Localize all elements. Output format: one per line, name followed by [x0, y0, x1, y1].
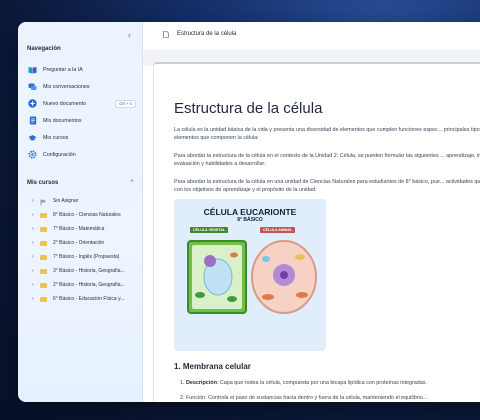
sidebar-item-settings[interactable]: Configuración — [28, 148, 136, 161]
document-icon — [28, 116, 37, 125]
collapse-sidebar-icon[interactable]: ‹ — [128, 30, 131, 40]
sidebar-item-label: Nuevo documento — [43, 100, 86, 107]
chevron-right-icon: › — [32, 282, 34, 288]
app-window: ‹ Navegación Preguntar a la IA Mis conve… — [18, 22, 480, 402]
course-label: 7° Básico - Matemática — [53, 226, 105, 232]
chat-icon — [28, 82, 37, 91]
list-item-term: Descripción — [186, 380, 217, 386]
folder-icon — [40, 268, 47, 274]
sidebar-item-label: Preguntar a la IA — [43, 66, 83, 73]
gear-icon — [28, 150, 37, 159]
chevron-right-icon: › — [32, 240, 34, 246]
book-icon — [28, 65, 37, 74]
folder-icon — [40, 282, 47, 288]
course-item[interactable]: › 2° Básico - Historia, Geografía... — [32, 279, 140, 291]
sidebar-item-ask-ai[interactable]: Preguntar a la IA — [28, 63, 136, 76]
sidebar-item-new-document[interactable]: Nuevo documento ctrl + n — [28, 97, 136, 110]
courses-title: Mis cursos — [27, 180, 59, 186]
folder-icon — [40, 254, 47, 260]
course-item[interactable]: › 7° Básico - Matemática — [32, 223, 140, 235]
course-label: Sin Asignar — [53, 198, 79, 204]
folder-icon — [40, 212, 47, 218]
flag-icon — [40, 199, 47, 205]
plant-cell-label: CÉLULA VEGETAL — [190, 227, 229, 233]
main-content: Estructura de la célula Estructura de la… — [143, 22, 480, 402]
sidebar-item-label: Mis conversaciones — [43, 83, 90, 90]
paragraph: Para abordar la estructura de la célula … — [174, 153, 480, 167]
course-label: 7° Básico - Inglés (Propuesta) — [53, 254, 120, 260]
paragraph: La célula es la unidad básica de la vida… — [174, 127, 480, 141]
course-item[interactable]: › 7° Básico - Inglés (Propuesta) — [32, 251, 140, 263]
list-item: 2. Función: Controla el paso de sustanci… — [180, 395, 428, 401]
sidebar-item-label: Mis documentos — [43, 117, 82, 124]
folder-icon — [40, 226, 47, 232]
list-item-text: : Capa que rodea la célula, compuesta po… — [216, 380, 427, 386]
graduation-cap-icon — [28, 133, 37, 142]
document-editor[interactable]: Estructura de la célula La célula es la … — [153, 62, 480, 402]
navigation-title: Navegación — [27, 46, 61, 52]
course-label: 2° Básico - Historia, Geografía... — [53, 282, 125, 288]
sidebar: ‹ Navegación Preguntar a la IA Mis conve… — [18, 22, 143, 402]
course-label: 3° Básico - Historia, Geografía... — [53, 268, 125, 274]
course-item[interactable]: › 2° Básico - Orientación — [32, 237, 140, 249]
course-item[interactable]: › 8° Básico - Ciencias Naturales — [32, 209, 140, 221]
chevron-right-icon: › — [32, 254, 34, 260]
shortcut-badge: ctrl + n — [115, 99, 136, 108]
sidebar-item-conversations[interactable]: Mis conversaciones — [28, 80, 136, 93]
paragraph: Para abordar la estructura de la célula … — [174, 179, 480, 193]
breadcrumb-title: Estructura de la célula — [177, 31, 237, 37]
animal-cell-label: CÉLULA ANIMAL — [260, 227, 296, 233]
chevron-right-icon: › — [32, 212, 34, 218]
chevron-right-icon: › — [32, 296, 34, 302]
folder-icon — [40, 240, 47, 246]
sidebar-item-my-documents[interactable]: Mis documentos — [28, 114, 136, 127]
course-item-unassigned[interactable]: › Sin Asignar — [32, 195, 140, 207]
sidebar-item-label: Mis cursos — [43, 134, 69, 141]
course-item[interactable]: › 6° Básico - Educación Física y... — [32, 293, 140, 305]
document-icon — [163, 30, 169, 38]
course-label: 6° Básico - Educación Física y... — [53, 296, 125, 302]
chevron-right-icon: › — [32, 198, 34, 204]
sidebar-item-my-courses[interactable]: Mis cursos — [28, 131, 136, 144]
chevron-right-icon: › — [32, 268, 34, 274]
course-label: 2° Básico - Orientación — [53, 240, 105, 246]
folder-icon — [40, 296, 47, 302]
cell-illustration — [187, 240, 317, 314]
sidebar-item-label: Configuración — [43, 151, 76, 158]
list-item: 1. Descripción: Capa que rodea la célula… — [180, 380, 427, 386]
plus-circle-icon — [28, 99, 37, 108]
add-course-icon[interactable]: + — [130, 178, 134, 185]
course-label: 8° Básico - Ciencias Naturales — [53, 212, 121, 218]
chevron-right-icon: › — [32, 226, 34, 232]
cell-diagram-image: CÉLULA EUCARIONTE 8° BÁSICO CÉLULA VEGET… — [174, 199, 326, 351]
section-heading: 1. Membrana celular — [174, 362, 251, 371]
course-item[interactable]: › 3° Básico - Historia, Geografía... — [32, 265, 140, 277]
document-title: Estructura de la célula — [174, 100, 323, 117]
breadcrumb: Estructura de la célula — [143, 22, 480, 46]
